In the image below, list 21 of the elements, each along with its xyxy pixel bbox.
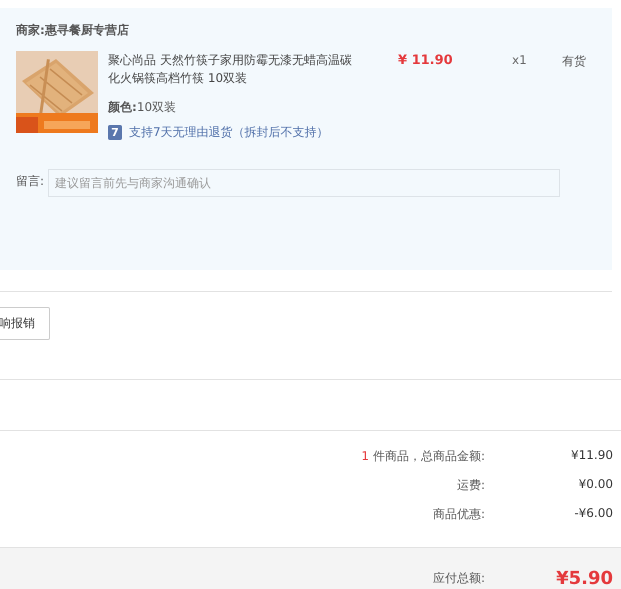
total-label: 应付总额: [432, 570, 485, 587]
spec-value: 10双装 [136, 100, 176, 114]
summary-label: 件商品，总商品金额: [372, 449, 485, 463]
message-label: 留言: [16, 173, 46, 190]
return-badge-icon: 7 [108, 125, 122, 140]
stock-status: 有货 [562, 53, 586, 70]
summary-label: 运费: [456, 478, 485, 492]
message-field[interactable]: 建议留言前先与商家沟通确认 [48, 169, 560, 197]
product-title[interactable]: 聚心尚品 天然竹筷子家用防霉无漆无蜡高温碳化火锅筷高档竹筷 10双装 [108, 51, 353, 87]
total-amount: ¥5.90 [555, 568, 613, 589]
summary-label: 商品优惠: [432, 507, 485, 521]
item-count: 1 [361, 449, 369, 463]
return-policy-text: 支持7天无理由退货（拆封后不支持） [129, 124, 329, 141]
shop-name: 惠寻餐厨专营店 [44, 22, 129, 39]
summary-value: -¥6.00 [573, 506, 613, 522]
shop-label: 商家: [16, 22, 45, 39]
item-quantity: x1 [512, 53, 528, 69]
summary-value: ¥0.00 [578, 477, 613, 493]
summary-value: ¥11.90 [570, 448, 613, 464]
item-price: ¥ 11.90 [398, 53, 454, 70]
spec-label: 颜色: [108, 100, 137, 114]
